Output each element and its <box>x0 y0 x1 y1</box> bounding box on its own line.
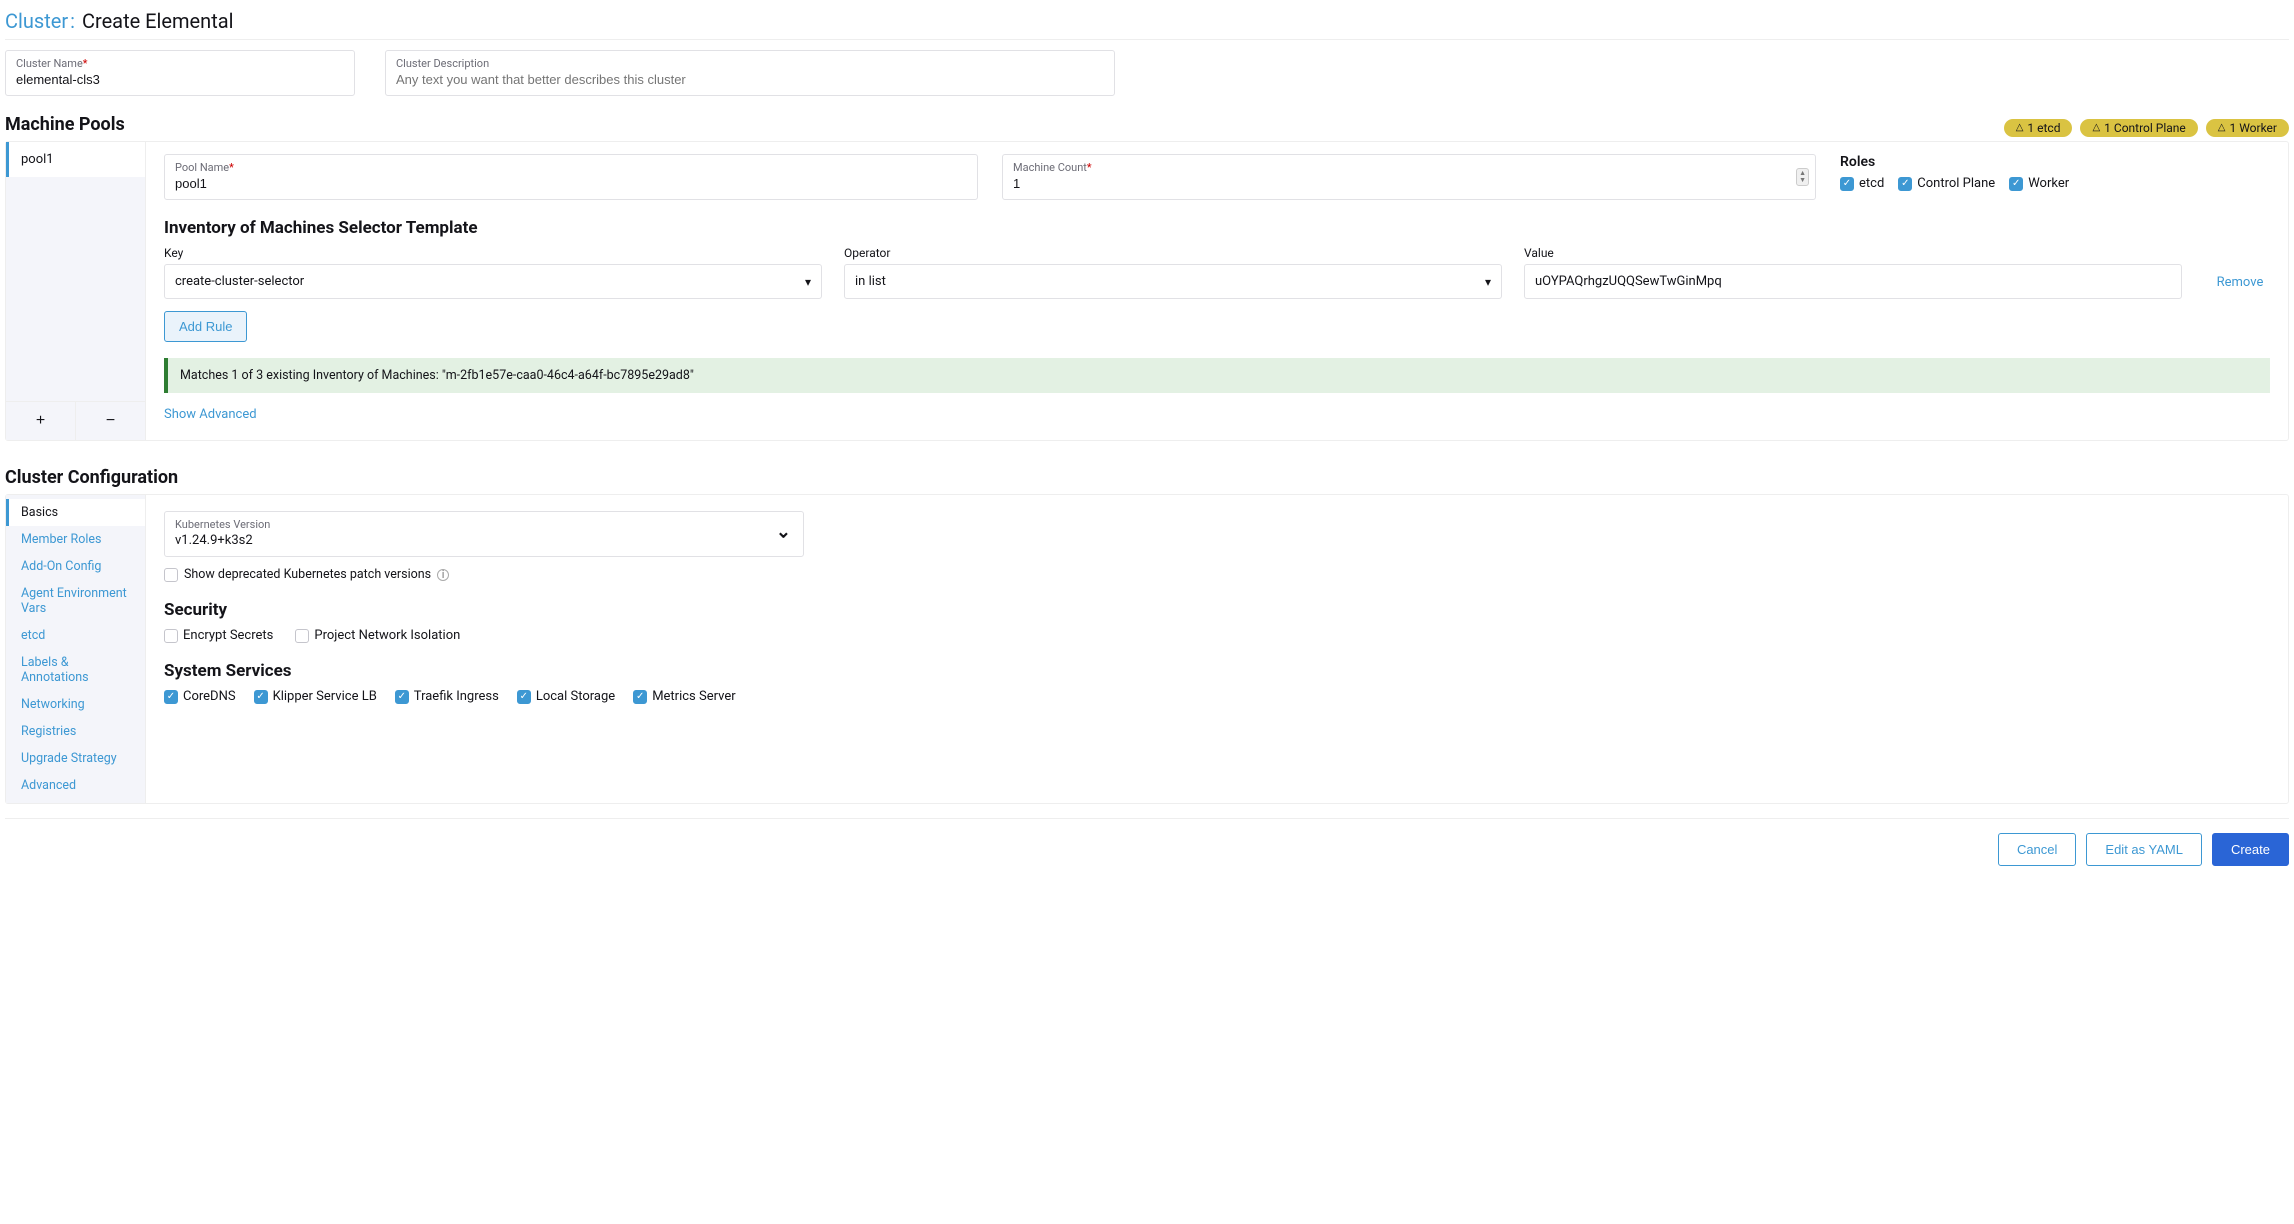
config-tab[interactable]: Upgrade Strategy <box>6 745 145 772</box>
security-checkbox[interactable]: ✓Encrypt Secrets <box>164 628 273 643</box>
role-checkbox[interactable]: ✓etcd <box>1840 176 1884 191</box>
selector-operator-select[interactable]: in list <box>844 264 1502 299</box>
machine-pools-title: Machine Pools <box>5 114 125 135</box>
service-checkbox[interactable]: ✓Metrics Server <box>633 689 735 704</box>
config-tab[interactable]: Add-On Config <box>6 553 145 580</box>
cluster-configuration-title: Cluster Configuration <box>5 467 2289 488</box>
warning-icon: △ <box>2092 122 2100 133</box>
roles-title: Roles <box>1840 154 2270 170</box>
cluster-name-field[interactable]: Cluster Name* <box>5 50 355 96</box>
selector-value-label: Value <box>1524 246 2182 260</box>
config-tabs-sidebar: BasicsMember RolesAdd-On ConfigAgent Env… <box>6 495 146 803</box>
status-badge: △1 Worker <box>2206 119 2289 137</box>
checkbox-icon: ✓ <box>295 629 309 643</box>
selector-value-input[interactable]: uOYPAQrhgzUQQSewTwGinMpq <box>1524 264 2182 299</box>
title-name: Create Elemental <box>82 9 234 33</box>
status-badge: △1 etcd <box>2004 119 2073 137</box>
warning-icon: △ <box>2218 122 2226 133</box>
checkbox-icon: ✓ <box>2009 177 2023 191</box>
cancel-button[interactable]: Cancel <box>1998 833 2076 866</box>
cluster-name-input[interactable] <box>16 70 344 87</box>
service-checkbox[interactable]: ✓Local Storage <box>517 689 615 704</box>
footer-actions: Cancel Edit as YAML Create <box>5 818 2289 866</box>
config-tab[interactable]: Advanced <box>6 772 145 799</box>
role-checkbox[interactable]: ✓Worker <box>2009 176 2069 191</box>
remove-rule-link[interactable]: Remove <box>2210 275 2270 299</box>
roles-group: Roles ✓etcd ✓Control Plane ✓Worker <box>1840 154 2270 191</box>
kubernetes-version-select[interactable]: Kubernetes Version v1.24.9+k3s2 <box>164 511 804 557</box>
add-pool-button[interactable]: + <box>6 402 75 440</box>
config-tab[interactable]: Registries <box>6 718 145 745</box>
pool-badges: △1 etcd △1 Control Plane △1 Worker <box>2004 119 2289 137</box>
add-rule-button[interactable]: Add Rule <box>164 311 247 342</box>
pool-name-field[interactable]: Pool Name* <box>164 154 978 200</box>
machine-count-label: Machine Count <box>1013 161 1087 174</box>
pool-name-input[interactable] <box>175 174 967 191</box>
selector-operator-label: Operator <box>844 246 1502 260</box>
inventory-selector-title: Inventory of Machines Selector Template <box>164 218 2270 238</box>
stepper-icon[interactable]: ▲▼ <box>1796 168 1809 186</box>
checkbox-icon: ✓ <box>395 690 409 704</box>
status-badge: △1 Control Plane <box>2080 119 2197 137</box>
service-checkbox[interactable]: ✓CoreDNS <box>164 689 236 704</box>
pool-name-label: Pool Name <box>175 161 229 174</box>
checkbox-icon: ✓ <box>517 690 531 704</box>
edit-as-yaml-button[interactable]: Edit as YAML <box>2086 833 2202 866</box>
remove-pool-button[interactable]: − <box>75 402 145 440</box>
show-advanced-link[interactable]: Show Advanced <box>164 407 257 422</box>
pool-tabs-sidebar: pool1 + − <box>6 142 146 440</box>
service-checkbox[interactable]: ✓Traefik Ingress <box>395 689 499 704</box>
cluster-description-input[interactable] <box>396 70 1104 87</box>
title-prefix: Cluster <box>5 9 68 33</box>
warning-icon: △ <box>2016 122 2024 133</box>
page-title: Cluster: Create Elemental <box>5 9 2289 40</box>
checkbox-icon: ✓ <box>254 690 268 704</box>
role-checkbox[interactable]: ✓Control Plane <box>1898 176 1995 191</box>
kubernetes-version-label: Kubernetes Version <box>175 518 793 531</box>
info-icon[interactable]: i <box>437 569 449 581</box>
machine-count-field[interactable]: Machine Count* ▲▼ <box>1002 154 1816 200</box>
config-tab[interactable]: Basics <box>6 499 145 526</box>
config-tab[interactable]: Agent Environment Vars <box>6 580 145 622</box>
config-tab[interactable]: Networking <box>6 691 145 718</box>
security-checkbox[interactable]: ✓Project Network Isolation <box>295 628 460 643</box>
cluster-name-label: Cluster Name <box>16 57 83 70</box>
system-services-title: System Services <box>164 661 2270 681</box>
pool-tab[interactable]: pool1 <box>6 142 145 177</box>
security-title: Security <box>164 600 2270 620</box>
cluster-description-label: Cluster Description <box>396 57 1104 70</box>
deprecated-checkbox[interactable]: ✓ <box>164 568 178 582</box>
title-sep: : <box>70 9 75 33</box>
machine-count-input[interactable] <box>1013 174 1805 191</box>
cluster-description-field[interactable]: Cluster Description <box>385 50 1115 96</box>
deprecated-label: Show deprecated Kubernetes patch version… <box>184 567 431 582</box>
service-checkbox[interactable]: ✓Klipper Service LB <box>254 689 377 704</box>
config-tab[interactable]: Labels & Annotations <box>6 649 145 691</box>
checkbox-icon: ✓ <box>1898 177 1912 191</box>
kubernetes-version-value: v1.24.9+k3s2 <box>175 531 793 548</box>
checkbox-icon: ✓ <box>164 690 178 704</box>
config-tab[interactable]: etcd <box>6 622 145 649</box>
checkbox-icon: ✓ <box>164 629 178 643</box>
create-button[interactable]: Create <box>2212 833 2289 866</box>
selector-key-select[interactable]: create-cluster-selector <box>164 264 822 299</box>
checkbox-icon: ✓ <box>633 690 647 704</box>
selector-key-label: Key <box>164 246 822 260</box>
checkbox-icon: ✓ <box>1840 177 1854 191</box>
match-banner: Matches 1 of 3 existing Inventory of Mac… <box>164 358 2270 393</box>
config-tab[interactable]: Member Roles <box>6 526 145 553</box>
